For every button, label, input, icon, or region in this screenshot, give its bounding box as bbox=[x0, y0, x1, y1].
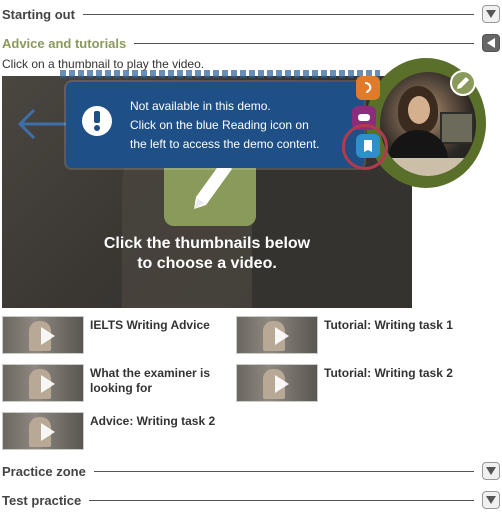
video-thumbnail-item[interactable]: Advice: Writing task 2 bbox=[2, 412, 230, 450]
reading-icon-highlight bbox=[342, 124, 388, 170]
instruction-text: Click on a thumbnail to play the video. bbox=[2, 57, 205, 71]
demo-popup: Not available in this demo. Click on the… bbox=[66, 82, 364, 168]
skill-badge bbox=[342, 58, 486, 198]
arrow-left-icon bbox=[12, 104, 72, 149]
popup-line1: Not available in this demo. bbox=[130, 99, 271, 113]
play-icon bbox=[41, 327, 55, 345]
play-icon bbox=[275, 327, 289, 345]
popup-message: Not available in this demo. Click on the… bbox=[130, 97, 319, 154]
video-thumbnail-item[interactable]: What the examiner is looking for bbox=[2, 364, 230, 402]
video-thumbnail[interactable] bbox=[236, 316, 318, 354]
section-practice-zone[interactable]: Practice zone bbox=[0, 460, 502, 482]
divider bbox=[89, 499, 474, 501]
video-caption: Click the thumbnails below to choose a v… bbox=[2, 234, 412, 274]
divider bbox=[82, 13, 474, 15]
section-title-advice-tutorials[interactable]: Advice and tutorials bbox=[0, 36, 126, 51]
thumbnail-label[interactable]: IELTS Writing Advice bbox=[90, 318, 230, 333]
video-thumbnail[interactable] bbox=[236, 364, 318, 402]
thumbnail-label[interactable]: Tutorial: Writing task 1 bbox=[324, 318, 464, 333]
writing-pencil-icon bbox=[450, 70, 476, 96]
chevron-down-icon[interactable] bbox=[482, 5, 500, 23]
video-thumbnail[interactable] bbox=[2, 364, 84, 402]
chevron-down-icon[interactable] bbox=[482, 491, 500, 509]
video-caption-line2: to choose a video. bbox=[137, 255, 277, 272]
info-icon bbox=[82, 106, 112, 136]
thumbnail-label[interactable]: What the examiner is looking for bbox=[90, 366, 230, 396]
photo-monitor bbox=[440, 112, 474, 144]
video-thumbnail-item[interactable]: Tutorial: Writing task 2 bbox=[236, 364, 464, 402]
thumbnail-label[interactable]: Advice: Writing task 2 bbox=[90, 414, 230, 429]
chevron-down-icon[interactable] bbox=[482, 462, 500, 480]
popup-decoration bbox=[60, 70, 380, 78]
video-caption-line1: Click the thumbnails below bbox=[103, 235, 311, 252]
play-icon bbox=[41, 423, 55, 441]
popup-line2: Click on the blue Reading icon on bbox=[130, 118, 309, 132]
listening-icon[interactable] bbox=[356, 76, 380, 100]
photo-desk bbox=[380, 158, 476, 176]
section-title-starting-out[interactable]: Starting out bbox=[0, 7, 75, 22]
section-starting-out[interactable]: Starting out bbox=[0, 3, 502, 25]
chevron-left-icon[interactable] bbox=[482, 34, 500, 52]
section-advice-tutorials[interactable]: Advice and tutorials bbox=[0, 32, 502, 54]
section-test-practice[interactable]: Test practice bbox=[0, 489, 502, 511]
video-thumbnail-item[interactable]: IELTS Writing Advice bbox=[2, 316, 230, 354]
photo-face bbox=[408, 96, 430, 124]
divider bbox=[134, 42, 474, 44]
play-icon bbox=[275, 375, 289, 393]
section-title-test-practice[interactable]: Test practice bbox=[0, 493, 81, 508]
video-thumbnail-item[interactable]: Tutorial: Writing task 1 bbox=[236, 316, 464, 354]
thumbnail-label[interactable]: Tutorial: Writing task 2 bbox=[324, 366, 464, 381]
section-title-practice-zone[interactable]: Practice zone bbox=[0, 464, 86, 479]
play-icon bbox=[41, 375, 55, 393]
video-thumbnail[interactable] bbox=[2, 412, 84, 450]
popup-line3: the left to access the demo content. bbox=[130, 137, 320, 151]
divider bbox=[93, 470, 474, 472]
video-thumbnail[interactable] bbox=[2, 316, 84, 354]
